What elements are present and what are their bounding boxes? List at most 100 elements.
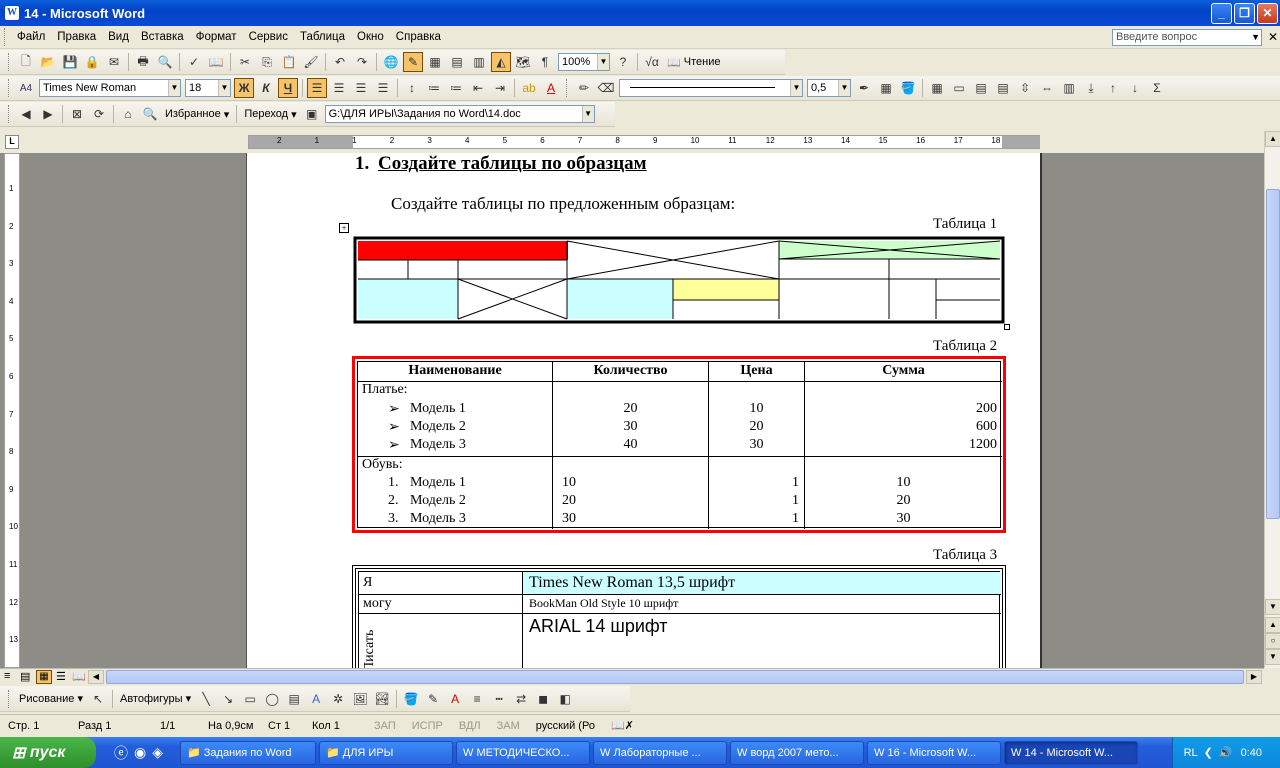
draw-menu[interactable]: Рисование ▾ (15, 692, 87, 706)
scroll-down-icon[interactable]: ▼ (1265, 599, 1280, 615)
textbox-icon[interactable]: ▤ (284, 689, 304, 709)
line-spacing-icon[interactable]: ↕ (402, 78, 422, 98)
ask-question-field[interactable]: Введите вопрос ▼ (1112, 29, 1262, 46)
search-web-icon[interactable]: 🔍 (140, 104, 160, 124)
status-rec[interactable]: ЗАП (366, 720, 404, 732)
chevron-down-icon[interactable]: ▼ (838, 80, 850, 96)
chevron-down-icon[interactable]: ▼ (218, 80, 230, 96)
quicklaunch-icon[interactable]: ◈ (152, 744, 163, 761)
table-2[interactable]: Наименование Количество Цена Сумма Плать… (352, 356, 1006, 533)
align-right-icon[interactable]: ☰ (351, 78, 371, 98)
menu-format[interactable]: Формат (190, 31, 243, 43)
line-color-icon[interactable]: ✎ (423, 689, 443, 709)
sort-desc-icon[interactable]: ↓ (1125, 78, 1145, 98)
eraser-icon[interactable]: ⌫ (596, 78, 616, 98)
next-page-icon[interactable]: ▼ (1265, 649, 1280, 665)
reading-view-icon[interactable]: 📖 (72, 670, 86, 683)
oval-icon[interactable]: ◯ (262, 689, 282, 709)
bullets-icon[interactable]: ≔ (446, 78, 466, 98)
tab-selector[interactable]: L (5, 135, 19, 149)
web-view-icon[interactable]: ▤ (20, 670, 30, 683)
t1-cyan-cell-2[interactable] (567, 279, 673, 319)
outline-view-icon[interactable]: ☰ (56, 670, 66, 683)
line-icon[interactable]: ╲ (196, 689, 216, 709)
italic-button[interactable]: К (256, 78, 276, 98)
menu-insert[interactable]: Вставка (135, 31, 190, 43)
stop-icon[interactable]: ⊠ (67, 104, 87, 124)
font-combo[interactable]: Times New Roman ▼ (39, 79, 181, 97)
scroll-left-icon[interactable]: ◀ (88, 670, 104, 684)
draw-table-icon[interactable]: ✏ (574, 78, 594, 98)
underline-button[interactable]: Ч (278, 78, 298, 98)
text-direction-icon[interactable]: ⤓ (1081, 78, 1101, 98)
favorites-menu[interactable]: Избранное ▾ (161, 108, 233, 121)
tray-arrow-icon[interactable]: ❮ (1204, 746, 1213, 759)
task-lab[interactable]: W Лабораторные ... (593, 740, 727, 765)
vertical-scrollbar[interactable]: ▲ ▼ ▲ ○ ▼ (1264, 131, 1280, 668)
wordart-icon[interactable]: A (306, 689, 326, 709)
horizontal-scrollbar[interactable]: ≡ ▤ ▦ ☰ 📖 ◀ ▶ (0, 668, 1264, 685)
task-metod[interactable]: W МЕТОДИЧЕСКО... (456, 740, 590, 765)
menu-tools[interactable]: Сервис (243, 31, 294, 43)
read-button[interactable]: 📖 Чтение (663, 56, 724, 69)
diagram-icon[interactable]: ✲ (328, 689, 348, 709)
toolbar-grip[interactable] (8, 79, 11, 97)
copy-icon[interactable]: ⎘ (257, 52, 277, 72)
toolbar-grip[interactable] (8, 105, 11, 123)
print-layout-view-icon[interactable]: ▦ (36, 670, 52, 684)
back-icon[interactable]: ◀ (16, 104, 36, 124)
autoshapes-menu[interactable]: Автофигуры ▾ (116, 692, 195, 706)
tray-app-icon[interactable]: 🔊 (1219, 746, 1233, 759)
distribute-rows-icon[interactable]: ⇳ (1015, 78, 1035, 98)
styles-icon[interactable]: A4 (16, 78, 36, 98)
normal-view-icon[interactable]: ≡ (4, 670, 10, 682)
insert-excel-icon[interactable]: ▤ (447, 52, 467, 72)
address-combo[interactable]: G:\ДЛЯ ИРЫ\Задания по Word\14.doc ▼ (324, 105, 595, 123)
prev-page-icon[interactable]: ▲ (1265, 617, 1280, 633)
fill-color-icon[interactable]: 🪣 (401, 689, 421, 709)
go-menu[interactable]: Переход ▾ (240, 108, 300, 121)
status-ovr[interactable]: ЗАМ (489, 720, 528, 732)
language-indicator[interactable]: RL (1184, 747, 1198, 759)
scroll-up-icon[interactable]: ▲ (1265, 131, 1280, 147)
align-cell-icon[interactable]: ▤ (993, 78, 1013, 98)
close-button[interactable]: ✕ (1257, 3, 1278, 24)
menu-window[interactable]: Окно (351, 31, 390, 43)
minimize-button[interactable]: _ (1211, 3, 1232, 24)
status-trk[interactable]: ИСПР (404, 720, 451, 732)
show-hide-icon[interactable]: ¶ (535, 52, 555, 72)
chevron-down-icon[interactable]: ▼ (581, 106, 594, 122)
redo-icon[interactable]: ↷ (352, 52, 372, 72)
spelling-status-icon[interactable]: 📖✗ (603, 719, 642, 732)
hscroll-thumb[interactable] (106, 670, 1244, 684)
autosum-icon[interactable]: Σ (1147, 78, 1167, 98)
email-icon[interactable]: ✉ (104, 52, 124, 72)
ie-icon[interactable]: ⓔ (114, 743, 128, 763)
task-14[interactable]: W 14 - Microsoft W... (1004, 740, 1138, 765)
clock[interactable]: 0:40 (1241, 747, 1262, 759)
zoom-combo[interactable]: 100% ▼ (558, 53, 610, 71)
refresh-icon[interactable]: ⟳ (89, 104, 109, 124)
align-center-icon[interactable]: ☰ (329, 78, 349, 98)
media-player-icon[interactable]: ◉ (134, 744, 146, 761)
tables-borders-icon[interactable]: ✎ (403, 52, 423, 72)
sort-asc-icon[interactable]: ↑ (1103, 78, 1123, 98)
chevron-down-icon[interactable]: ▼ (1251, 30, 1260, 45)
table-3[interactable]: Я Times New Roman 13,5 шрифт могу BookMa… (352, 565, 1006, 668)
insert-table2-icon[interactable]: ▦ (927, 78, 947, 98)
task-16[interactable]: W 16 - Microsoft W... (867, 740, 1001, 765)
select-browse-object-icon[interactable]: ○ (1265, 633, 1280, 649)
numbering-icon[interactable]: ≔ (424, 78, 444, 98)
horizontal-ruler[interactable]: 2 1 1 2 3 4 5 6 7 8 9 10 11 12 13 14 15 16 17 18 (248, 135, 1040, 149)
task-word2007[interactable]: W ворд 2007 мето... (730, 740, 864, 765)
shadow-icon[interactable]: ◼ (533, 689, 553, 709)
start-button[interactable]: ⊞ пуск (0, 737, 96, 768)
vertical-ruler[interactable]: 1234567891011121314 (4, 153, 20, 682)
research-icon[interactable]: 📖 (206, 52, 226, 72)
chevron-down-icon[interactable]: ▼ (790, 80, 802, 96)
toolbar-grip[interactable] (8, 53, 11, 71)
toolbar-grip[interactable] (4, 28, 7, 46)
arrow-style-icon[interactable]: ⇄ (511, 689, 531, 709)
chevron-down-icon[interactable]: ▼ (597, 54, 609, 70)
t1-red-cell[interactable] (358, 241, 568, 260)
